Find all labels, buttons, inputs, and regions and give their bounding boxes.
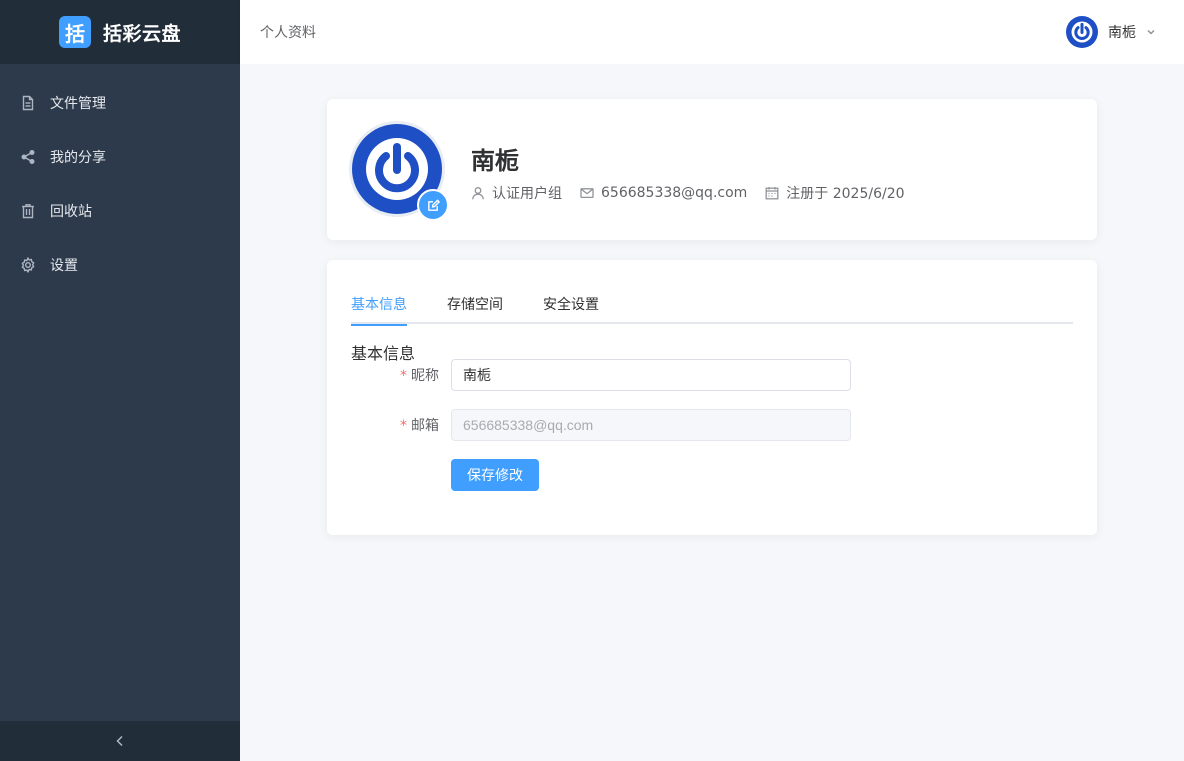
sidebar-item-label: 文件管理 (50, 96, 106, 112)
chevron-left-icon (116, 735, 123, 747)
tab-storage[interactable]: 存储空间 (447, 294, 503, 324)
sidebar-item-label: 回收站 (50, 204, 92, 220)
top-header: 个人资料 南栀 (240, 0, 1184, 64)
sidebar-item-label: 我的分享 (50, 150, 106, 166)
user-registered-text: 注册于 2025/6/20 (786, 186, 905, 202)
settings-card: 基本信息 存储空间 安全设置 基本信息 *昵称 *邮箱 保存修改 (327, 260, 1097, 535)
email-label-text: 邮箱 (411, 418, 439, 434)
user-registered: 注册于 2025/6/20 (765, 183, 905, 203)
logo-icon: 括 (58, 16, 91, 48)
edit-icon (427, 198, 440, 211)
sidebar-item-recycle[interactable]: 回收站 (0, 184, 240, 238)
app-name: 括彩云盘 (102, 22, 181, 45)
avatar (1066, 16, 1098, 48)
main-content: 南栀 认证用户组 656685338@qq.com 注册于 2025/6/20 … (240, 64, 1184, 761)
profile-avatar-wrapper (349, 121, 449, 221)
tab-basic-info[interactable]: 基本信息 (351, 294, 407, 326)
required-mark: * (400, 418, 407, 434)
email-label: * 邮箱 (351, 415, 451, 435)
email-field (451, 409, 851, 441)
calendar-icon (765, 187, 779, 200)
logo[interactable]: 括 括彩云盘 (0, 0, 240, 64)
sidebar-item-settings[interactable]: 设置 (0, 238, 240, 292)
share-icon (21, 150, 35, 164)
header-username: 南栀 (1108, 25, 1136, 41)
mail-icon (580, 188, 594, 199)
sidebar-item-label: 设置 (50, 258, 78, 274)
breadcrumb: 个人资料 (260, 25, 316, 41)
sidebar-collapse-button[interactable] (0, 721, 240, 761)
nickname-label: * 昵称 (351, 365, 451, 385)
user-icon (472, 187, 484, 200)
trash-icon (22, 204, 34, 219)
sidebar: 括 括彩云盘 文件管理 我的分享 回收站 设置 (0, 0, 240, 761)
file-icon (22, 95, 34, 111)
nickname-label-text: 昵称 (411, 368, 439, 384)
required-mark: * (400, 368, 407, 384)
edit-avatar-button[interactable] (417, 189, 449, 221)
profile-meta: 认证用户组 656685338@qq.com 注册于 2025/6/20 (471, 183, 905, 203)
save-button[interactable]: 保存修改 (451, 459, 539, 491)
nickname-row: * 昵称 (351, 359, 851, 391)
profile-card: 南栀 认证用户组 656685338@qq.com 注册于 2025/6/20 (327, 99, 1097, 240)
sidebar-item-files[interactable]: 文件管理 (0, 76, 240, 130)
user-group: 认证用户组 (471, 183, 562, 203)
sidebar-item-shares[interactable]: 我的分享 (0, 130, 240, 184)
tab-security[interactable]: 安全设置 (543, 294, 599, 324)
nickname-input[interactable] (451, 359, 851, 391)
user-group-text: 认证用户组 (492, 186, 562, 202)
user-email: 656685338@qq.com (580, 185, 747, 201)
profile-name: 南栀 (471, 147, 519, 175)
chevron-down-icon (1147, 29, 1155, 35)
sidebar-nav: 文件管理 我的分享 回收站 设置 (0, 64, 240, 292)
gear-icon (21, 257, 35, 273)
tabs: 基本信息 存储空间 安全设置 (351, 294, 1073, 326)
email-row: * 邮箱 (351, 409, 851, 441)
user-email-text: 656685338@qq.com (601, 185, 748, 201)
user-menu[interactable]: 南栀 (1066, 16, 1164, 48)
